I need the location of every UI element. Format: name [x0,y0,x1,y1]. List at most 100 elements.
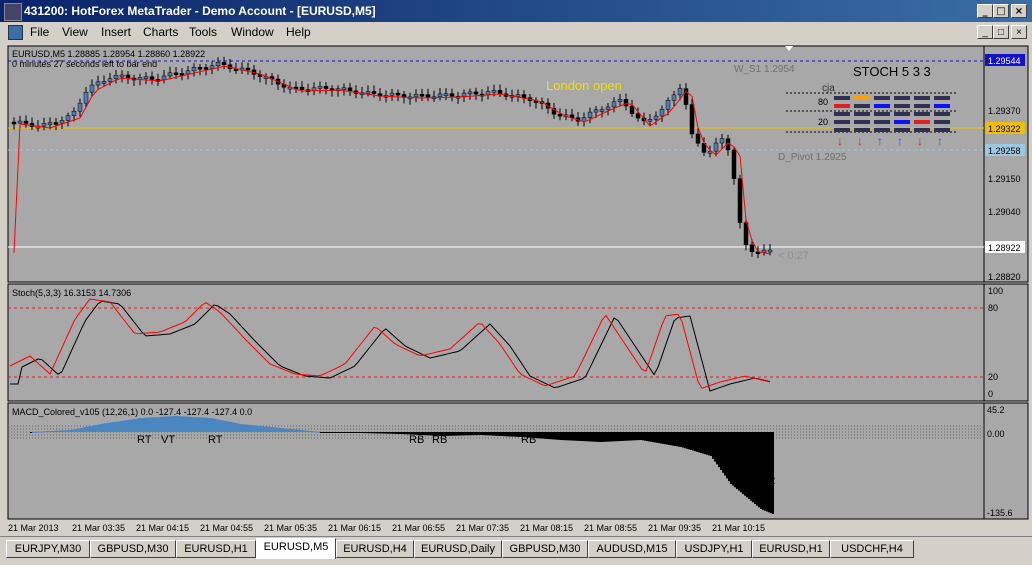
macd-mark-tc: TC [665,434,680,446]
macd-bar [690,432,692,450]
macd-bar [644,432,646,441]
candle-body [611,101,617,108]
tab-6[interactable]: EURUSD,Daily [414,540,502,558]
macd-bar [626,432,628,441]
macd-bar [144,417,146,432]
macd-bar [178,416,180,432]
macd-bar [400,432,402,434]
macd-bar [694,432,696,452]
price-label-4: 1.29258 [988,146,1021,156]
candle-body [557,113,563,117]
macd-bar [120,421,122,432]
stoch-dashboard-title: STOCH 5 3 3 [853,64,931,79]
candle-body [389,92,395,96]
macd-bar [72,429,74,432]
app-icon [4,3,22,21]
macd-bar [328,432,330,433]
candle-body [485,91,491,95]
macd-bar [630,432,632,441]
macd-bar [186,416,188,432]
candle-body [71,110,77,116]
macd-bar [148,417,150,432]
macd-bar [616,432,618,442]
tab-8[interactable]: AUDUSD,M15 [588,540,676,558]
maximize-button[interactable]: □ [993,4,1009,18]
menu-charts[interactable]: Charts [143,25,178,39]
macd-bar [714,432,716,462]
macd-bar [562,432,564,441]
time-label-1: 21 Mar 2013 [8,523,59,533]
chart-minimize-button[interactable]: _ [977,25,993,39]
macd-bar [88,426,90,432]
macd-bar [372,432,374,434]
candle-body [149,76,155,80]
macd-bar [370,432,372,434]
macd-bar [232,422,234,432]
menu-help[interactable]: Help [286,25,311,39]
macd-bar [198,417,200,432]
dashboard-cell [914,96,930,100]
macd-scale-zero: 0.00 [987,429,1005,439]
menu-view[interactable]: View [62,25,88,39]
macd-bar [604,432,606,442]
chart-window-icon[interactable] [8,25,23,40]
macd-bar [490,432,492,436]
macd-bar [738,432,740,491]
tab-7[interactable]: GBPUSD,M30 [502,540,588,558]
macd-bar [200,417,202,432]
tab-10[interactable]: EURUSD,H1 [752,540,830,558]
menu-insert[interactable]: Insert [101,25,131,39]
candle-body [449,93,455,97]
macd-bar [180,416,182,432]
macd-bar [384,432,386,434]
macd-bar [706,432,708,455]
candle-body [467,91,473,95]
macd-bar [218,419,220,432]
chart-area[interactable]: EURUSD,M5 1.28885 1.28954 1.28860 1.2892… [0,44,1032,536]
dashboard-cell [834,128,850,132]
macd-bar [54,430,56,432]
tab-11[interactable]: USDCHF,H4 [830,540,914,558]
macd-bar [394,432,396,434]
dashboard-cell [854,96,870,100]
tab-1[interactable]: EURJPY,M30 [6,540,90,558]
macd-bar [132,419,134,432]
tab-4[interactable]: EURUSD,M5 [256,538,336,559]
macd-bar [32,431,34,433]
macd-bar [124,420,126,432]
macd-bar [322,432,324,433]
close-button[interactable]: × [1011,4,1027,18]
tab-9[interactable]: USDJPY,H1 [676,540,752,558]
macd-bar [342,432,344,433]
macd-bar [472,432,474,436]
macd-bar [556,432,558,440]
candle-body [191,67,197,72]
macd-bar [760,432,762,509]
macd-bar [560,432,562,440]
macd-bar [258,425,260,432]
tab-3[interactable]: EURUSD,H1 [176,540,256,558]
macd-bar [108,422,110,432]
macd-bar [558,432,560,440]
macd-bar [640,432,642,440]
macd-bar [708,432,710,456]
minimize-button[interactable]: _ [977,4,993,18]
menu-tools[interactable]: Tools [189,25,217,39]
macd-bar [94,425,96,432]
tab-5[interactable]: EURUSD,H4 [336,540,414,558]
macd-bar [766,432,768,512]
macd-bar [552,432,554,440]
chart-restore-button[interactable]: □ [993,25,1009,39]
chart-header: EURUSD,M5 1.28885 1.28954 1.28860 1.2892… [12,49,205,59]
menu-file[interactable]: File [30,25,49,39]
menu-window[interactable]: Window [231,25,274,39]
macd-bar [130,419,132,432]
candle-body [53,122,59,125]
time-label-2: 21 Mar 03:35 [72,523,125,533]
chart-close-button[interactable]: × [1011,25,1027,39]
tab-2[interactable]: GBPUSD,M30 [90,540,176,558]
stoch-pane[interactable] [7,283,985,402]
candle-body [587,111,593,118]
macd-bar [142,417,144,432]
candle-body [365,91,371,94]
